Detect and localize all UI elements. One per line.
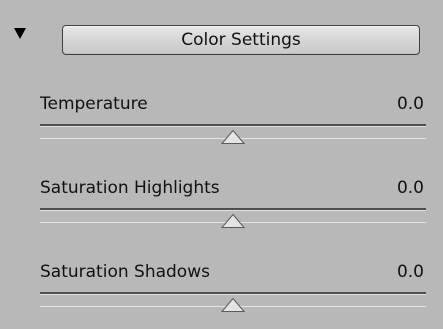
slider-track-highlight [40, 210, 426, 211]
color-settings-panel: Color Settings Temperature 0.0 Saturatio… [0, 0, 443, 329]
temperature-value: 0.0 [396, 94, 424, 114]
slider-row-saturation-highlights: Saturation Highlights 0.0 [40, 178, 426, 242]
collapse-triangle-icon[interactable] [14, 28, 26, 39]
slider-track-highlight [40, 294, 426, 295]
slider-row-saturation-shadows: Saturation Shadows 0.0 [40, 262, 426, 326]
temperature-label: Temperature [40, 94, 148, 114]
temperature-slider[interactable] [40, 124, 426, 144]
saturation-highlights-slider[interactable] [40, 208, 426, 228]
slider-thumb-icon[interactable] [221, 298, 245, 312]
slider-thumb-icon[interactable] [221, 130, 245, 144]
slider-row-temperature: Temperature 0.0 [40, 94, 426, 158]
saturation-highlights-value: 0.0 [396, 178, 424, 198]
saturation-shadows-label: Saturation Shadows [40, 262, 210, 282]
color-settings-button[interactable]: Color Settings [62, 25, 420, 55]
saturation-shadows-slider[interactable] [40, 292, 426, 312]
slider-thumb-icon[interactable] [221, 214, 245, 228]
slider-track-highlight [40, 126, 426, 127]
saturation-shadows-value: 0.0 [396, 262, 424, 282]
saturation-highlights-label: Saturation Highlights [40, 178, 220, 198]
